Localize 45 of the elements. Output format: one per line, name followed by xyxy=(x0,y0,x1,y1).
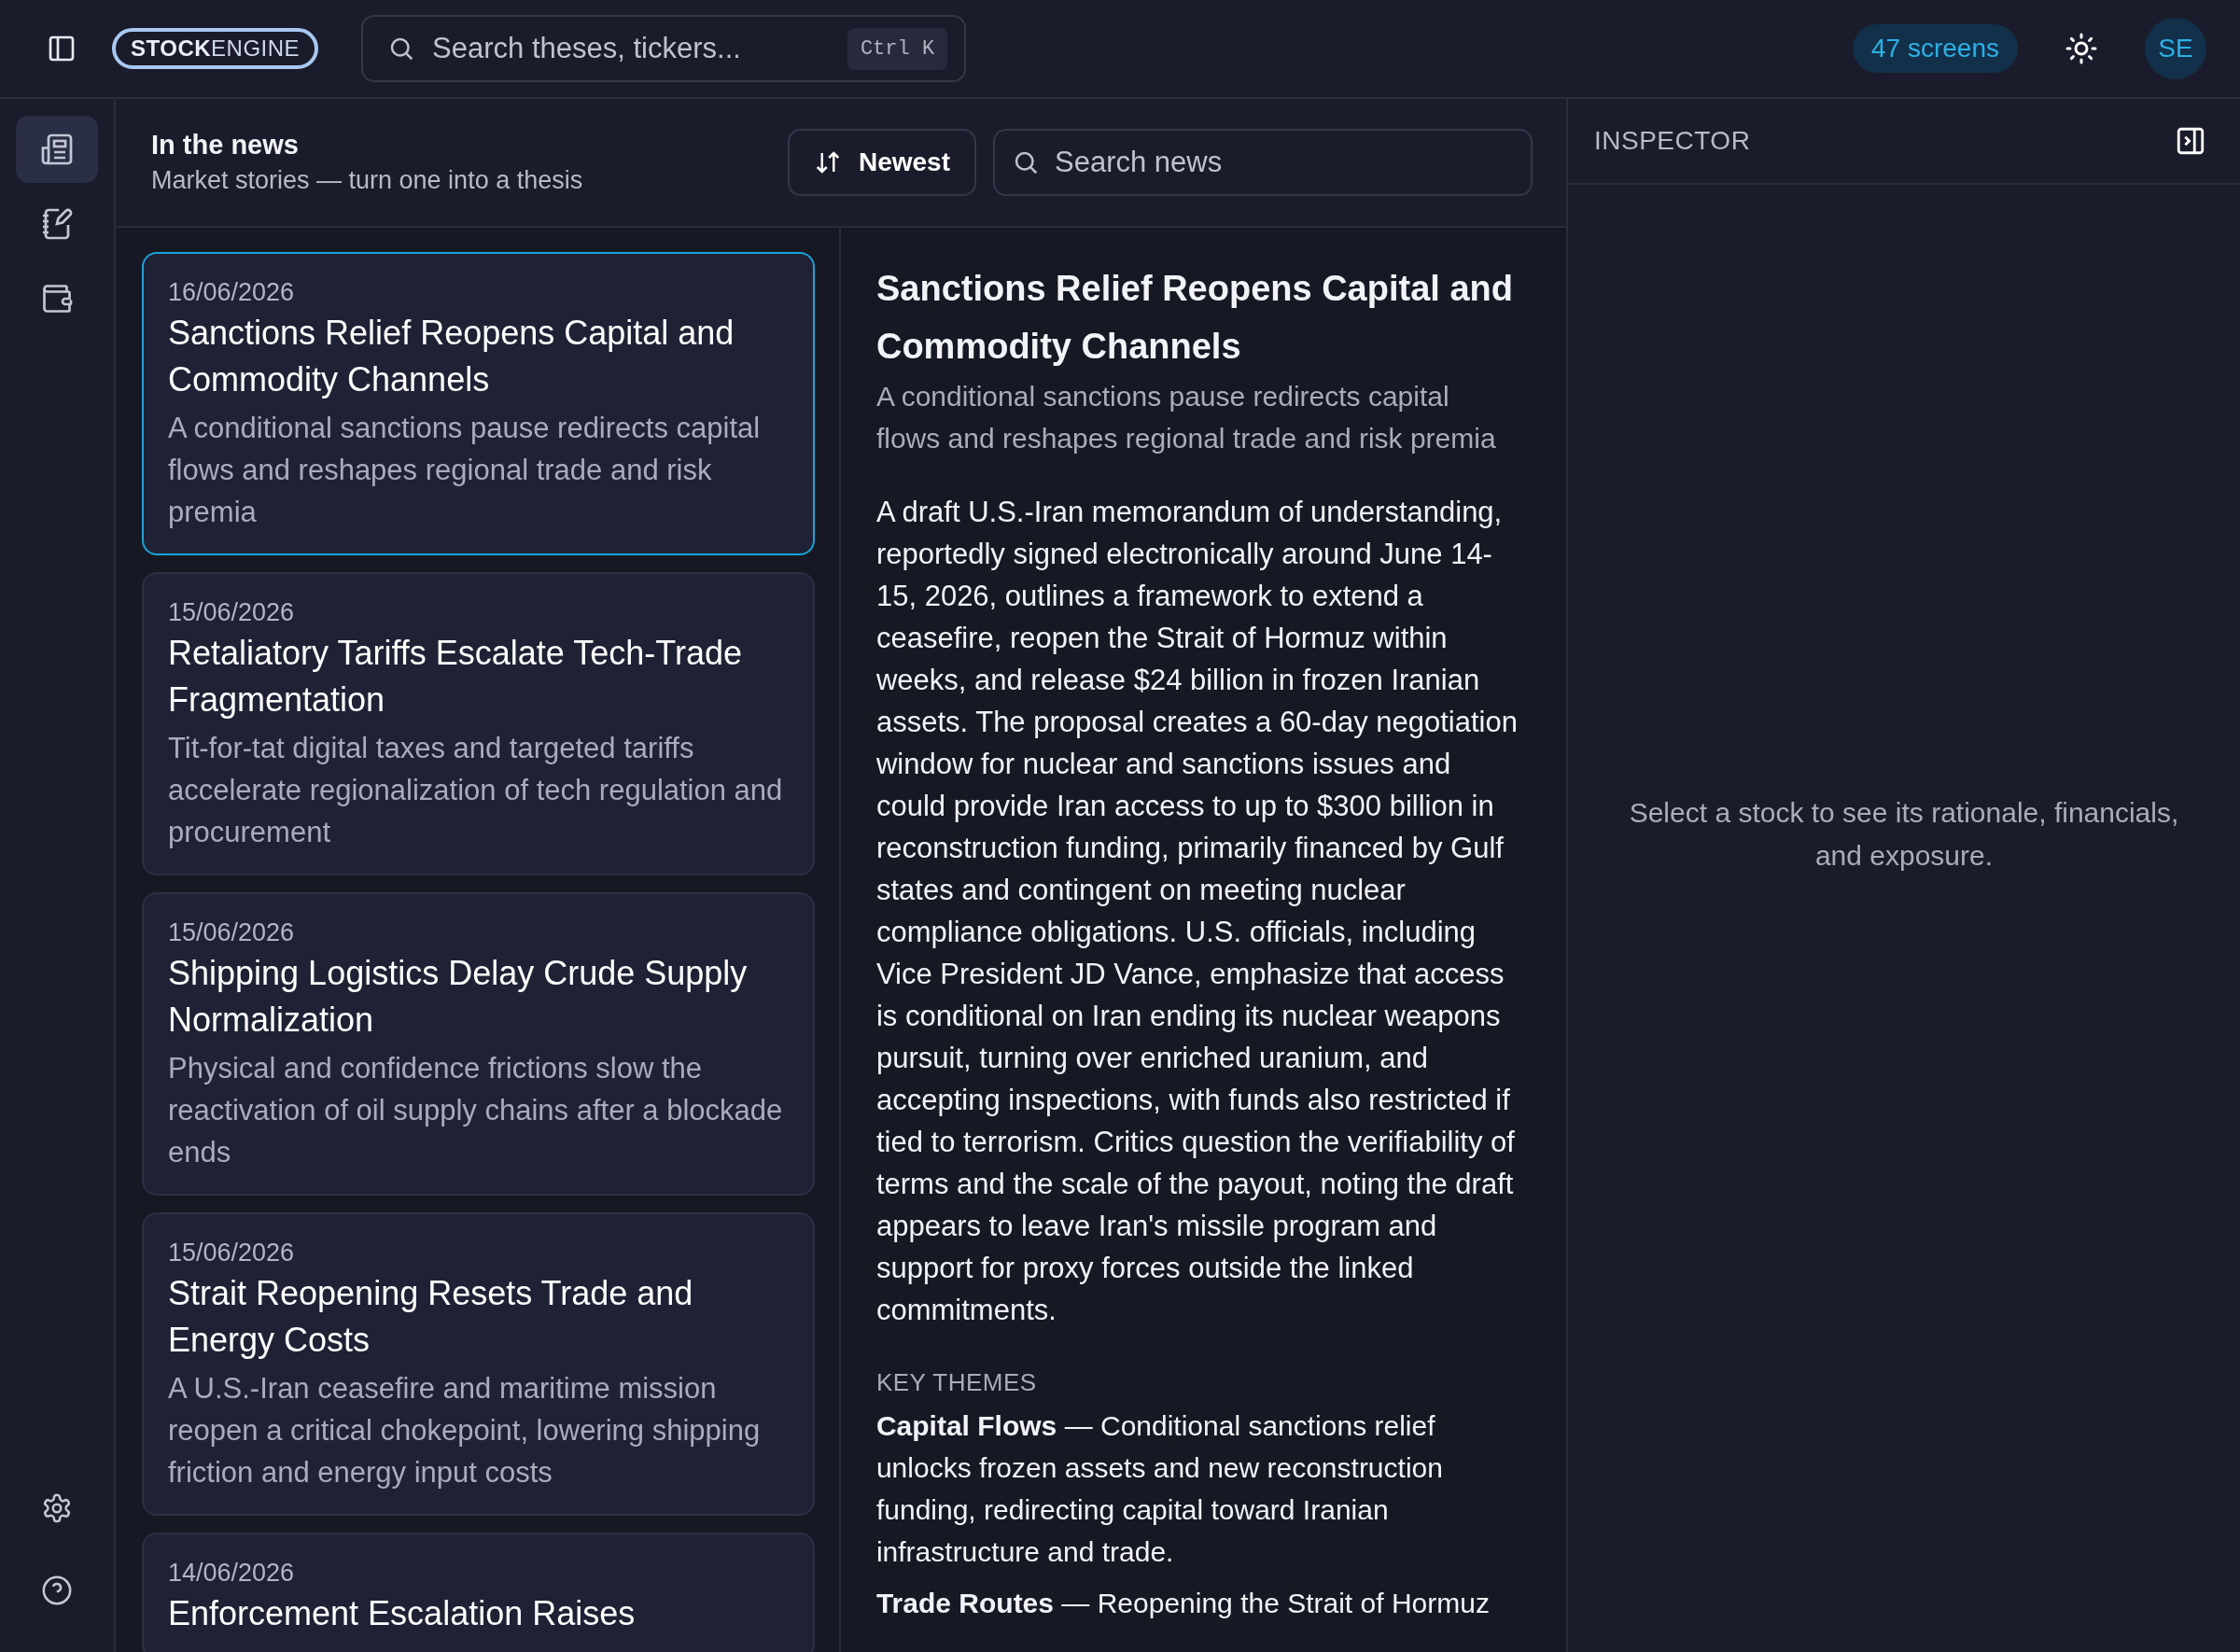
news-card[interactable]: 14/06/2026 Enforcement Escalation Raises xyxy=(142,1533,815,1652)
search-field[interactable]: Search theses, tickers... Ctrl K xyxy=(361,15,967,82)
nav-item[interactable] xyxy=(16,116,98,183)
story-summary: Tit-for-tat digital taxes and targeted tariffs accelerate regionalization of tech regulation and procurement xyxy=(168,731,784,850)
shortcut-hint: Ctrl K xyxy=(847,27,948,70)
story-summary: Physical and confidence frictions slow the reactivation of oil supply chains after a blockade ends xyxy=(168,1051,784,1170)
sidebar-toggle-icon[interactable] xyxy=(47,34,77,63)
article-body: A draft U.S.-Iran memorandum of understanding, reportedly signed electronically around June 14-15, 2026, outlines a framework to extend a ceasefire, reopen the Strait of Hormuz within weeks, and release $24 billion in frozen Iranian assets. The proposal creates a 60-day negotiation window for nuclear and sanctions issues and could provide Iran access to up to $300 billion in reconstruction funding, primarily financed by Gulf states and contingent on meeting nuclear compliance obligations. U.S. officials, including Vice President JD Vance, emphasize that access is conditional on Iran ending its nuclear weapons pursuit, turning over enriched uranium, and accepting inspections, with funds also restricted if tied to terrorism. Critics question the verifiability of terms and the scale of the payout, noting the draft appears to leave Iran's missile program and support for proxy forces outside the linked commitments. xyxy=(875,495,1519,1328)
news-card[interactable]: 15/06/2026 Retaliatory Tariffs Escalate Tech-Trade Fragmentation Tit-for-tat digital taxes and targeted tariffs accelerate regionalization of tech regulation and procurement xyxy=(142,572,815,875)
news-card[interactable]: 15/06/2026 Strait Reopening Resets Trade and Energy Costs A U.S.-Iran ceasefire and maritime mission reopen a critical chokepoint, lowering shipping friction and energy input costs xyxy=(142,1212,815,1516)
story-summary: A U.S.-Iran ceasefire and maritime mission reopen a critical chokepoint, lowering shipping friction and energy input costs xyxy=(168,1371,762,1491)
article-title: Sanctions Relief Reopens Capital and Commodity Channels xyxy=(875,268,1514,368)
story-title: Retaliatory Tariffs Escalate Tech-Trade Fragmentation xyxy=(168,633,743,721)
user-avatar[interactable]: SE xyxy=(2145,18,2206,79)
notebook-pen-icon xyxy=(40,207,74,241)
story-summary: A conditional sanctions pause redirects capital flows and reshapes regional trade and risk premia xyxy=(168,411,762,530)
news-card[interactable]: 16/06/2026 Sanctions Relief Reopens Capital and Commodity Channels A conditional sanctions pause redirects capital flows and reshapes regional trade and risk premia xyxy=(142,252,815,555)
theme-item: Capital Flows — Conditional sanctions relief unlocks frozen assets and new reconstruction funding, redirecting capital toward Iranian infrastructure and trade. xyxy=(875,1409,1444,1569)
story-date: 15/06/2026 xyxy=(168,1238,296,1268)
screens-badge: 47 screens xyxy=(1853,24,2018,73)
story-date: 16/06/2026 xyxy=(168,277,296,308)
story-title: Sanctions Relief Reopens Capital and Commodity Channels xyxy=(168,313,735,400)
empty-message: Select a stock to see its rationale, financials, and exposure. xyxy=(1628,796,2180,873)
themes-heading: KEY THEMES xyxy=(875,1368,1038,1397)
story-title: Enforcement Escalation Raises xyxy=(168,1593,637,1634)
story-title: Strait Reopening Resets Trade and Energy Costs xyxy=(168,1273,694,1361)
collapse-panel-icon[interactable] xyxy=(2175,125,2206,157)
theme-item: Trade Routes — Reopening the Strait of Hormuz xyxy=(875,1587,1491,1620)
settings-icon[interactable] xyxy=(41,1492,73,1524)
story-title: Shipping Logistics Delay Crude Supply Normalization xyxy=(168,953,749,1041)
story-date: 15/06/2026 xyxy=(168,597,296,628)
help-icon[interactable] xyxy=(41,1575,73,1606)
story-date: 15/06/2026 xyxy=(168,917,296,948)
article-subtitle: A conditional sanctions pause redirects capital flows and reshapes regional trade and risk premia xyxy=(875,380,1497,455)
newspaper-icon xyxy=(40,133,74,166)
news-card[interactable]: 15/06/2026 Shipping Logistics Delay Crude Supply Normalization Physical and confidence frictions slow the reactivation of oil supply chains after a blockade ends xyxy=(142,892,815,1196)
news-search-field[interactable]: Search news xyxy=(993,129,1533,196)
story-date: 14/06/2026 xyxy=(168,1558,296,1589)
section-subtitle: Market stories — turn one into a thesis xyxy=(151,166,584,195)
panel-title: INSPECTOR xyxy=(1594,126,1751,156)
logo[interactable]: STOCKENGINE xyxy=(112,28,319,69)
wallet-icon xyxy=(40,282,74,315)
sort-button[interactable]: Newest xyxy=(787,129,976,196)
section-title: In the news xyxy=(151,130,300,161)
theme-toggle-icon[interactable] xyxy=(2065,32,2098,65)
